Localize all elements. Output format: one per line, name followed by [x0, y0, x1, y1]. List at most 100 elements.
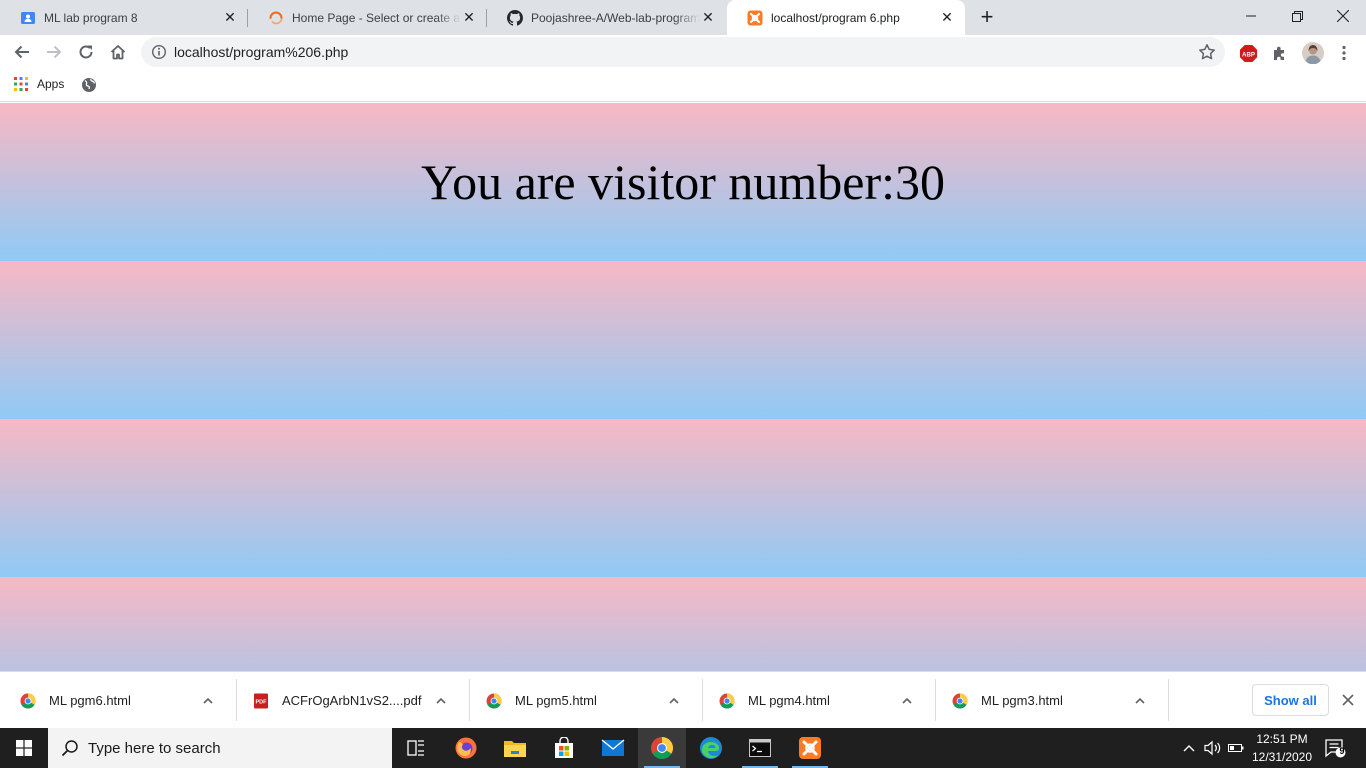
browser-toolbar: localhost/program%206.php ABP — [0, 35, 1366, 70]
window-close-button[interactable] — [1320, 0, 1366, 32]
pdf-icon: PDF — [253, 693, 269, 709]
chevron-up-icon[interactable] — [899, 693, 915, 709]
microsoft-store-button[interactable] — [540, 728, 588, 768]
chrome-taskbar-button[interactable] — [638, 728, 686, 768]
close-icon — [1337, 10, 1349, 22]
tab-title: Poojashree-A/Web-lab-programs — [531, 10, 700, 25]
gradient-band — [0, 419, 1366, 577]
extensions-puzzle-icon[interactable] — [1270, 43, 1290, 63]
close-icon[interactable]: ✕ — [700, 9, 716, 26]
chrome-file-icon — [952, 693, 968, 709]
terminal-button[interactable] — [736, 728, 784, 768]
close-icon[interactable]: ✕ — [939, 9, 955, 26]
chevron-up-icon[interactable] — [433, 693, 449, 709]
start-button[interactable] — [0, 728, 48, 768]
close-icon[interactable]: ✕ — [461, 9, 477, 26]
globe-icon[interactable] — [81, 77, 97, 93]
download-item[interactable]: PDF ACFrOgArbN1vS2....pdf — [233, 672, 466, 729]
site-info-icon[interactable] — [151, 44, 167, 60]
apps-shortcut[interactable]: Apps — [14, 77, 64, 91]
mail-button[interactable] — [589, 728, 637, 768]
apps-grid-icon — [14, 77, 28, 91]
restore-button[interactable] — [1274, 0, 1320, 32]
mail-icon — [601, 739, 625, 756]
chevron-up-icon — [1183, 745, 1195, 752]
home-button[interactable] — [104, 38, 132, 66]
forward-button[interactable] — [40, 38, 68, 66]
gradient-band: You are visitor number:30 — [0, 103, 1366, 261]
download-item[interactable]: ML pgm3.html — [932, 672, 1165, 729]
tab-title: Home Page - Select or create a n — [292, 10, 461, 25]
svg-text:ABP: ABP — [1242, 51, 1255, 58]
tab-github-web-lab-programs[interactable]: Poojashree-A/Web-lab-programs ✕ — [487, 0, 726, 35]
battery-icon — [1228, 744, 1244, 752]
windows-taskbar: Type here to search 12:51 PM 12/31/2020 — [0, 728, 1366, 768]
download-item[interactable]: ML pgm6.html — [0, 672, 233, 729]
minimize-icon — [1246, 15, 1256, 17]
firefox-button[interactable] — [442, 728, 490, 768]
volume-button[interactable] — [1202, 728, 1224, 768]
reload-button[interactable] — [72, 38, 100, 66]
xampp-taskbar-button[interactable] — [786, 728, 834, 768]
show-all-button[interactable]: Show all — [1252, 684, 1329, 716]
chrome-file-icon — [20, 693, 36, 709]
download-filename: ML pgm4.html — [748, 693, 830, 708]
chrome-icon — [651, 737, 673, 759]
chevron-up-icon[interactable] — [1132, 693, 1148, 709]
file-explorer-icon — [504, 741, 526, 757]
svg-text:PDF: PDF — [256, 699, 268, 705]
gradient-band — [0, 577, 1366, 671]
tab-title: localhost/program 6.php — [771, 10, 900, 25]
adblock-plus-icon[interactable]: ABP — [1238, 43, 1258, 63]
github-icon — [507, 9, 523, 26]
minimize-button[interactable] — [1228, 0, 1274, 32]
visitor-counter-text: You are visitor number:30 — [420, 154, 946, 210]
restore-icon — [1291, 10, 1303, 22]
action-center-button[interactable]: 9 — [1322, 728, 1348, 768]
tab-home-page[interactable]: Home Page - Select or create a n ✕ — [248, 0, 487, 35]
windows-logo-icon — [16, 740, 32, 756]
download-filename: ACFrOgArbN1vS2....pdf — [282, 693, 422, 708]
notification-count-badge: 9 — [1339, 746, 1345, 756]
search-placeholder: Type here to search — [88, 739, 221, 757]
chrome-file-icon — [486, 693, 502, 709]
xampp-icon — [747, 10, 763, 26]
download-item[interactable]: ML pgm4.html — [699, 672, 932, 729]
task-view-button[interactable] — [392, 728, 440, 768]
tab-localhost-program-6[interactable]: localhost/program 6.php ✕ — [727, 0, 965, 35]
reload-icon — [79, 45, 93, 59]
chrome-menu-icon[interactable] — [1334, 43, 1354, 63]
search-icon — [61, 740, 78, 757]
home-icon — [110, 45, 126, 60]
profile-avatar[interactable] — [1302, 42, 1324, 64]
download-filename: ML pgm3.html — [981, 693, 1063, 708]
address-bar[interactable]: localhost/program%206.php — [141, 37, 1225, 67]
new-tab-button[interactable]: + — [976, 6, 998, 28]
tab-ml-lab-program-8[interactable]: ML lab program 8 ✕ — [0, 0, 248, 35]
chevron-up-icon[interactable] — [666, 693, 682, 709]
bookmarks-bar: Apps — [0, 70, 1366, 102]
taskbar-clock[interactable]: 12:51 PM 12/31/2020 — [1246, 730, 1318, 766]
speaker-icon — [1204, 740, 1221, 756]
download-item[interactable]: ML pgm5.html — [466, 672, 699, 729]
bookmark-star-icon[interactable] — [1198, 43, 1216, 61]
taskbar-search-box[interactable]: Type here to search — [48, 728, 392, 768]
google-classroom-icon — [20, 10, 36, 26]
edge-icon — [700, 737, 722, 759]
show-hidden-icons-button[interactable] — [1178, 728, 1200, 768]
forward-arrow-icon — [47, 45, 62, 59]
loading-spinner-icon — [268, 10, 284, 26]
clock-date: 12/31/2020 — [1251, 750, 1313, 764]
close-download-bar-button[interactable] — [1340, 692, 1356, 708]
back-button[interactable] — [8, 38, 36, 66]
close-icon[interactable]: ✕ — [222, 9, 238, 26]
edge-button[interactable] — [687, 728, 735, 768]
url-text: localhost/program%206.php — [174, 44, 349, 60]
download-filename: ML pgm5.html — [515, 693, 597, 708]
file-explorer-button[interactable] — [491, 728, 539, 768]
tab-title: ML lab program 8 — [44, 10, 138, 25]
gradient-band — [0, 261, 1366, 419]
page-content: You are visitor number:30 — [0, 103, 1366, 671]
battery-button[interactable] — [1226, 728, 1246, 768]
chevron-up-icon[interactable] — [200, 693, 216, 709]
